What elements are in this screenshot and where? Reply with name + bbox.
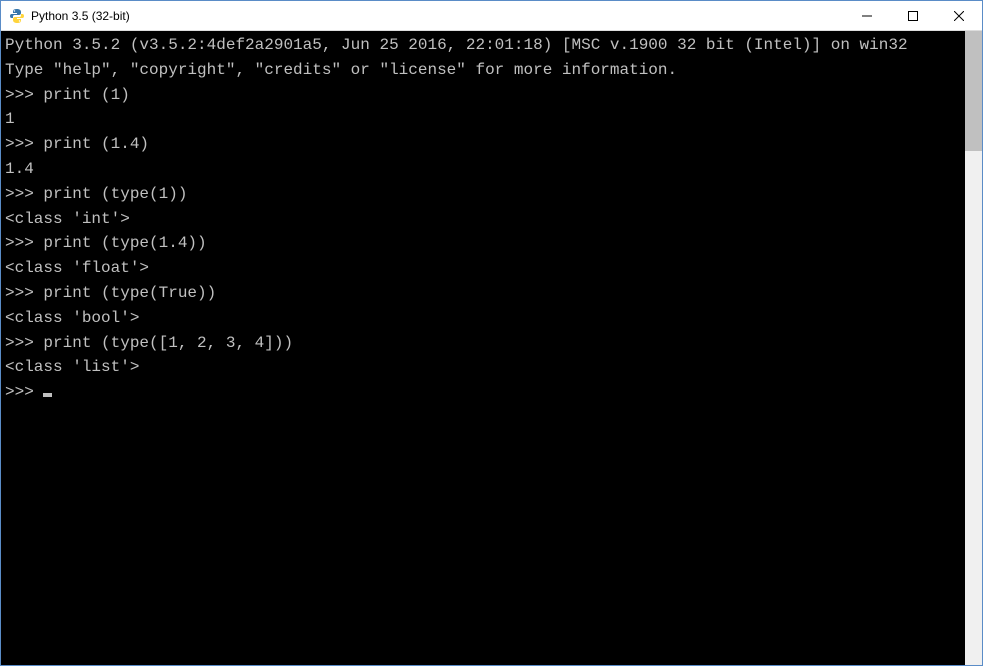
repl-input: print (1.4) — [43, 135, 149, 153]
python-icon — [9, 8, 25, 24]
window-title: Python 3.5 (32-bit) — [31, 9, 130, 23]
repl-input: print (type(True)) — [43, 284, 216, 302]
maximize-icon — [908, 11, 918, 21]
console-area: Python 3.5.2 (v3.5.2:4def2a2901a5, Jun 2… — [1, 31, 982, 665]
prompt: >>> — [5, 185, 43, 203]
close-icon — [954, 11, 964, 21]
vertical-scrollbar[interactable] — [965, 31, 982, 665]
app-window: Python 3.5 (32-bit) Python 3.5.2 (v3.5.2… — [0, 0, 983, 666]
prompt: >>> — [5, 334, 43, 352]
cursor — [43, 393, 52, 397]
header-line: Python 3.5.2 (v3.5.2:4def2a2901a5, Jun 2… — [5, 36, 908, 54]
prompt: >>> — [5, 234, 43, 252]
prompt: >>> — [5, 135, 43, 153]
scrollbar-thumb[interactable] — [965, 31, 982, 151]
window-controls — [844, 1, 982, 30]
repl-output: <class 'float'> — [5, 259, 149, 277]
minimize-button[interactable] — [844, 1, 890, 30]
repl-output: <class 'int'> — [5, 210, 130, 228]
prompt: >>> — [5, 86, 43, 104]
close-button[interactable] — [936, 1, 982, 30]
prompt: >>> — [5, 284, 43, 302]
header-line: Type "help", "copyright", "credits" or "… — [5, 61, 677, 79]
repl-input: print (type(1)) — [43, 185, 187, 203]
maximize-button[interactable] — [890, 1, 936, 30]
repl-input: print (type(1.4)) — [43, 234, 206, 252]
console-output[interactable]: Python 3.5.2 (v3.5.2:4def2a2901a5, Jun 2… — [1, 31, 965, 665]
minimize-icon — [862, 11, 872, 21]
repl-output: <class 'list'> — [5, 358, 139, 376]
repl-output: 1 — [5, 110, 15, 128]
titlebar[interactable]: Python 3.5 (32-bit) — [1, 1, 982, 31]
prompt: >>> — [5, 383, 43, 401]
repl-output: <class 'bool'> — [5, 309, 139, 327]
repl-input: print (type([1, 2, 3, 4])) — [43, 334, 293, 352]
repl-input: print (1) — [43, 86, 129, 104]
repl-output: 1.4 — [5, 160, 34, 178]
